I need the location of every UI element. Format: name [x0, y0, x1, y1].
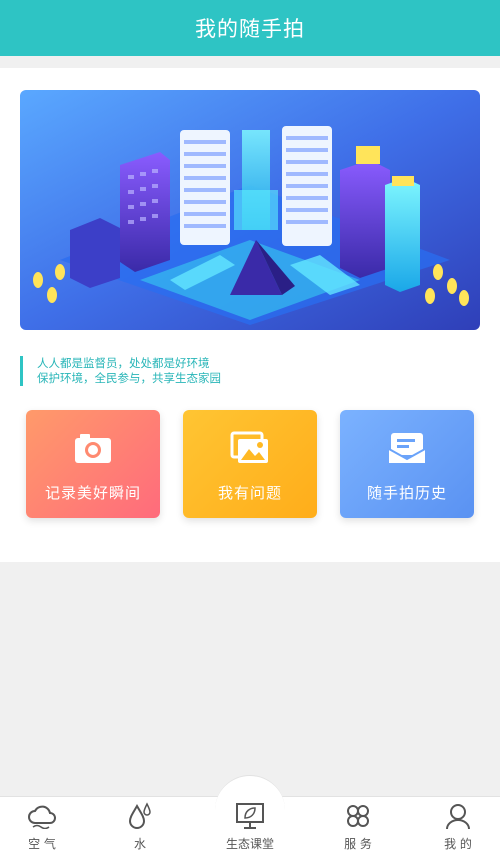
- message-envelope-icon: [385, 428, 429, 468]
- tab-eco-class-label: 生态课堂: [225, 837, 274, 851]
- report-issue-label: 我有问题: [217, 484, 282, 502]
- report-issue-button[interactable]: 我有问题: [183, 410, 317, 518]
- app-header: 我的随手拍: [0, 0, 500, 56]
- tab-air-label: 空 气: [28, 837, 56, 851]
- tab-water-label: 水: [133, 837, 146, 851]
- tab-water[interactable]: 水: [100, 801, 180, 857]
- slogan-line-1: 人人都是监督员，处处都是好环境: [37, 356, 210, 370]
- tab-service[interactable]: 服 务: [318, 801, 398, 857]
- image-icon: [228, 428, 272, 468]
- main-card: 人人都是监督员，处处都是好环境 保护环境，全民参与，共享生态家园 记录美好瞬间: [0, 68, 500, 562]
- history-button[interactable]: 随手拍历史: [340, 410, 474, 518]
- leaf-board-icon: [234, 801, 266, 831]
- action-tiles: 记录美好瞬间 我有问题 随手拍历史: [26, 410, 474, 518]
- bottom-tab-bar: 空 气 水 生态课堂 服 务 我 的: [0, 775, 500, 861]
- record-moment-label: 记录美好瞬间: [44, 484, 141, 502]
- history-label: 随手拍历史: [366, 484, 447, 502]
- page-title: 我的随手拍: [195, 17, 305, 41]
- tab-eco-class[interactable]: 生态课堂: [210, 801, 290, 857]
- cloud-icon: [26, 801, 58, 831]
- camera-icon: [71, 428, 115, 468]
- slogan: 人人都是监督员，处处都是好环境 保护环境，全民参与，共享生态家园: [20, 356, 221, 386]
- user-icon: [442, 801, 474, 831]
- tab-air[interactable]: 空 气: [2, 801, 82, 857]
- tab-mine-label: 我 的: [444, 837, 472, 851]
- tab-mine[interactable]: 我 的: [418, 801, 498, 857]
- slogan-line-2: 保护环境，全民参与，共享生态家园: [37, 371, 221, 385]
- record-moment-button[interactable]: 记录美好瞬间: [26, 410, 160, 518]
- tab-service-label: 服 务: [344, 837, 372, 851]
- clover-icon: [342, 801, 374, 831]
- banner-illustration: [20, 90, 480, 330]
- water-drop-icon: [124, 801, 156, 831]
